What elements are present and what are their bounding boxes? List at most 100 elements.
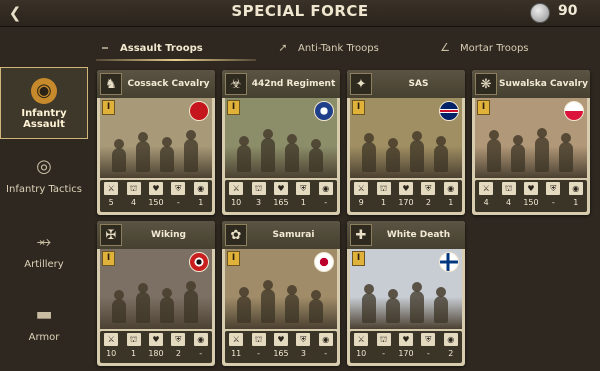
unit-stats-bar: ⚔ ⛫ ♥ ⛨ ◉ 10 1 180 2 - [100,331,212,363]
card-header: ♞ Cossack Cavalry [97,70,215,98]
soldier-figure [184,130,198,172]
stat-value: 5 [108,198,114,207]
eye-icon: ◉ [318,333,333,346]
cannon-icon: ⥇ [36,231,52,252]
stat-value: 9 [358,198,364,207]
soldier-figure [487,130,501,172]
sidebar-item-infantry-assault[interactable]: ◉ Infantry Assault [0,67,88,139]
winged-dagger-icon: ✦ [350,73,372,95]
soldier-figure [434,136,448,172]
soviet-flag-icon [189,101,209,121]
usa-flag-icon [314,101,334,121]
tab-mortar-troops[interactable]: ∠ Mortar Troops [436,36,528,60]
stat-value: 1 [448,198,454,207]
unit-card[interactable]: ☣ 442nd Regiment I ⚔ ⛫ ♥ ⛨ ◉ 10 3 165 1 - [222,70,340,215]
soldier-figure [160,137,174,172]
soldier-figure [112,139,126,172]
unit-card[interactable]: ✿ Samurai I ⚔ ⛫ ♥ ⛨ ◉ 11 - 165 3 - [222,221,340,366]
stat-value: - [176,198,180,207]
stat-value: 1 [381,198,387,207]
tab-assault-troops[interactable]: ⎯ Assault Troops [96,36,202,60]
gas-mask-icon: ◎ [36,156,52,177]
sidebar-item-armor[interactable]: ▬ Armor [0,292,88,364]
unit-artwork: I [100,98,212,178]
stat-values-row: 5 4 150 - 1 [100,198,212,207]
rifle-icon: ⎯ [102,41,108,54]
stat-icons-row: ⚔ ⛫ ♥ ⛨ ◉ [350,182,462,195]
stat-value: 4 [483,198,489,207]
soldier-figure [434,287,448,323]
boot-icon: ⛫ [501,182,516,195]
shield-icon: ⛨ [171,182,186,195]
card-header: ✠ Wiking [97,221,215,249]
stat-value: - [426,349,430,358]
swords-icon: ⚔ [104,182,119,195]
unit-name: SAS [408,79,429,89]
unit-stats-bar: ⚔ ⛫ ♥ ⛨ ◉ 10 3 165 1 - [225,180,337,212]
unit-card[interactable]: ✠ Wiking I ⚔ ⛫ ♥ ⛨ ◉ 10 1 180 2 - [97,221,215,366]
unit-card[interactable]: ✦ SAS I ⚔ ⛫ ♥ ⛨ ◉ 9 1 170 2 1 [347,70,465,215]
stat-value: 2 [425,198,431,207]
unit-card[interactable]: ♞ Cossack Cavalry I ⚔ ⛫ ♥ ⛨ ◉ 5 4 150 - 1 [97,70,215,215]
unit-card[interactable]: ❋ Suwalska Cavalry I ⚔ ⛫ ♥ ⛨ ◉ 4 4 150 - 1 [472,70,590,215]
swords-icon: ⚔ [354,333,369,346]
heart-icon: ♥ [148,182,163,195]
unit-artwork: I [225,98,337,178]
finland-flag-icon [439,252,459,272]
stat-value: - [382,349,386,358]
active-tab-indicator [96,59,256,61]
unit-name: Samurai [272,230,315,240]
eye-icon: ◉ [318,182,333,195]
eye-icon: ◉ [443,333,458,346]
unit-stats-bar: ⚔ ⛫ ♥ ⛨ ◉ 11 - 165 3 - [225,331,337,363]
page-title: SPECIAL FORCE [231,2,369,20]
sidebar-item-artillery[interactable]: ⥇ Artillery [0,219,88,291]
soldier-figure [237,287,251,323]
soldier-figure [160,288,174,323]
shield-icon: ⛨ [296,333,311,346]
bazooka-icon: ➚ [278,41,288,54]
unit-stats-bar: ⚔ ⛫ ♥ ⛨ ◉ 10 - 170 - 2 [350,331,462,363]
eye-icon: ◉ [568,182,583,195]
soldier-figure [261,280,275,323]
soldier-figure [309,290,323,323]
stat-value: - [199,349,203,358]
soldier-figure [261,129,275,172]
tab-anti-tank-troops[interactable]: ➚ Anti-Tank Troops [274,36,378,60]
boot-icon: ⛫ [251,182,266,195]
soldier-figure [559,133,573,172]
unit-artwork: I [350,98,462,178]
soldier-figure [362,133,376,172]
sidebar-item-infantry-tactics[interactable]: ◎ Infantry Tactics [0,144,88,216]
soldier-figure [362,284,376,323]
swords-icon: ⚔ [354,182,369,195]
unit-card[interactable]: ✚ White Death I ⚔ ⛫ ♥ ⛨ ◉ 10 - 170 - 2 [347,221,465,366]
helmet-icon: ◉ [31,78,57,104]
unit-artwork: I [100,249,212,329]
stat-value: 150 [148,198,164,207]
shield-icon: ⛨ [421,333,436,346]
wolfsangel-icon: ✠ [100,224,122,246]
tier-badge: I [227,251,240,266]
stat-value: - [551,198,555,207]
stat-value: 10 [231,198,242,207]
soldier-figure [386,289,400,323]
soldier-figure [136,283,150,323]
stat-icons-row: ⚔ ⛫ ♥ ⛨ ◉ [100,182,212,195]
soldier-figure [184,281,198,323]
stat-value: 150 [523,198,539,207]
swords-icon: ⚔ [104,333,119,346]
medal-icon [530,3,550,23]
stat-value: 3 [256,198,262,207]
stat-value: 170 [398,198,414,207]
soldier-figure [410,282,424,323]
unit-name: Wiking [151,230,186,240]
unit-artwork: I [225,249,337,329]
shield-icon: ⛨ [171,333,186,346]
soldier-figure [511,135,525,172]
stat-values-row: 10 3 165 1 - [225,198,337,207]
mortar-icon: ∠ [440,41,450,54]
stat-icons-row: ⚔ ⛫ ♥ ⛨ ◉ [100,333,212,346]
stat-values-row: 10 - 170 - 2 [350,349,462,358]
stat-value: 165 [273,198,289,207]
